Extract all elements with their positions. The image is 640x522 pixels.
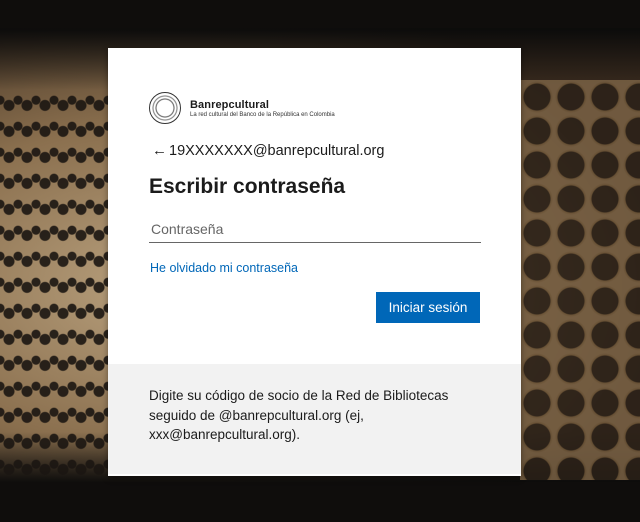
- identity-email: 19XXXXXXX@banrepcultural.org: [169, 142, 385, 159]
- background-artifacts-left: [0, 95, 108, 475]
- info-text: Digite su código de socio de la Red de B…: [149, 388, 449, 442]
- top-dark-band: [0, 0, 640, 28]
- signin-card: Banrepcultural La red cultural del Banco…: [108, 48, 521, 476]
- password-input[interactable]: [149, 216, 481, 243]
- back-arrow-icon[interactable]: ←: [152, 142, 167, 159]
- signin-button[interactable]: Iniciar sesión: [376, 292, 480, 323]
- brand-tagline: La red cultural del Banco de la Repúblic…: [190, 111, 335, 118]
- brand-logo: Banrepcultural La red cultural del Banco…: [149, 92, 335, 124]
- info-panel: Digite su código de socio de la Red de B…: [108, 364, 521, 474]
- background-artifacts-right: [520, 80, 640, 480]
- page-title: Escribir contraseña: [149, 175, 346, 198]
- forgot-password-link[interactable]: He olvidado mi contraseña: [150, 261, 298, 275]
- identity-banner: ← 19XXXXXXX@banrepcultural.org: [152, 142, 384, 159]
- brand-name: Banrepcultural: [190, 98, 270, 111]
- bottom-dark-band: [0, 482, 640, 522]
- banco-seal-icon: [149, 92, 181, 124]
